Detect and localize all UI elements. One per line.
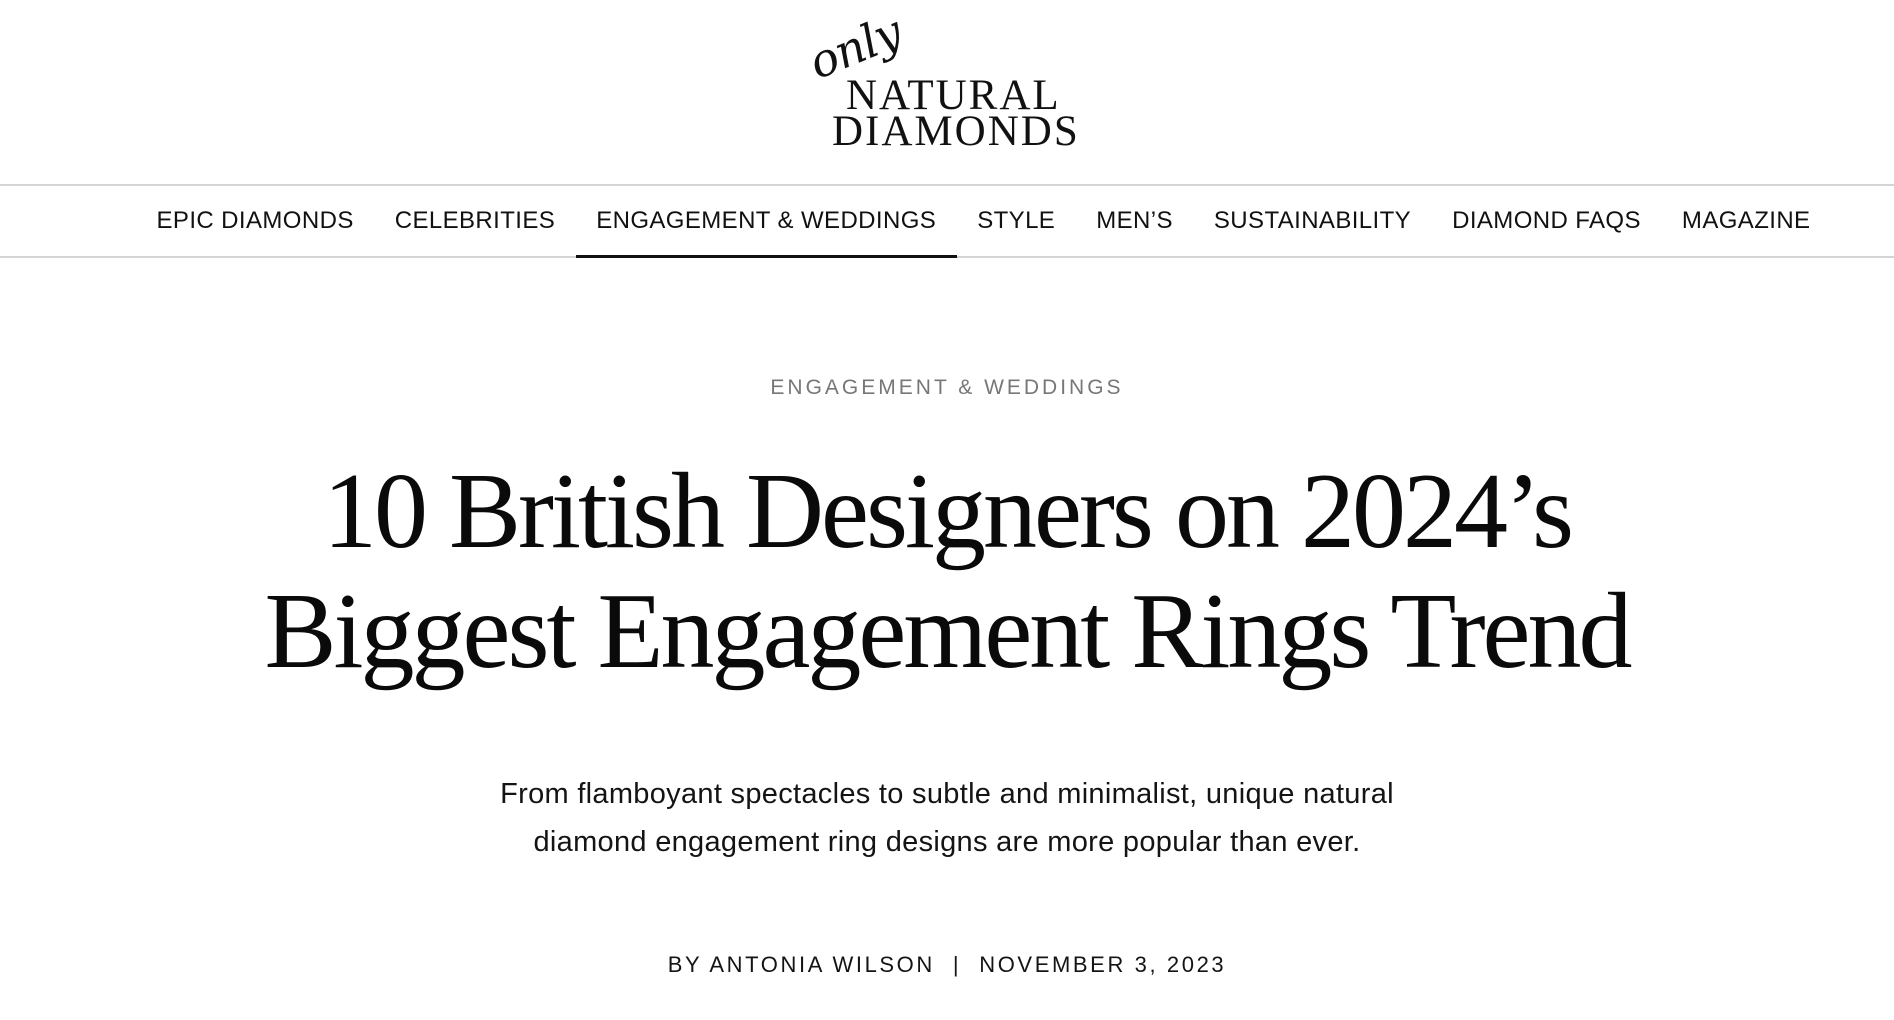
site-header: only NATURAL DIAMONDS [0, 0, 1894, 184]
dek-line-2: diamond engagement ring designs are more… [533, 826, 1361, 858]
nav-list: EPIC DIAMONDS CELEBRITIES ENGAGEMENT & W… [136, 186, 1831, 258]
byline-separator: | [952, 952, 962, 977]
byline-author-link[interactable]: ANTONIA WILSON [709, 952, 934, 977]
article-dek: From flamboyant spectacles to subtle and… [397, 770, 1497, 866]
nav-item-engagement-weddings[interactable]: ENGAGEMENT & WEDDINGS [575, 186, 957, 258]
nav-item-celebrities[interactable]: CELEBRITIES [374, 186, 575, 256]
byline-prefix: BY [667, 952, 710, 977]
nav-item-diamond-faqs[interactable]: DIAMOND FAQS [1432, 186, 1662, 256]
article-byline: BY ANTONIA WILSON | NOVEMBER 3, 2023 [0, 952, 1894, 978]
logo-line-diamonds: DIAMONDS [832, 108, 1080, 155]
article-headline: 10 British Designers on 2024’s Biggest E… [147, 452, 1747, 692]
nav-item-mens[interactable]: MEN’S [1076, 186, 1194, 256]
headline-line-1: 10 British Designers on 2024’s [323, 452, 1574, 571]
nav-item-style[interactable]: STYLE [957, 186, 1076, 256]
dek-line-1: From flamboyant spectacles to subtle and… [500, 778, 1394, 810]
article-header: ENGAGEMENT & WEDDINGS 10 British Designe… [0, 258, 1894, 1020]
nav-item-sustainability[interactable]: SUSTAINABILITY [1193, 186, 1431, 256]
main-nav: EPIC DIAMONDS CELEBRITIES ENGAGEMENT & W… [0, 184, 1894, 258]
site-logo[interactable]: only NATURAL DIAMONDS [801, 4, 1088, 155]
nav-item-epic-diamonds[interactable]: EPIC DIAMONDS [136, 186, 374, 256]
nav-item-magazine[interactable]: MAGAZINE [1661, 186, 1831, 256]
headline-line-2: Biggest Engagement Rings Trend [264, 572, 1633, 691]
byline-date: NOVEMBER 3, 2023 [979, 952, 1227, 977]
article-category-link[interactable]: ENGAGEMENT & WEDDINGS [0, 376, 1894, 400]
